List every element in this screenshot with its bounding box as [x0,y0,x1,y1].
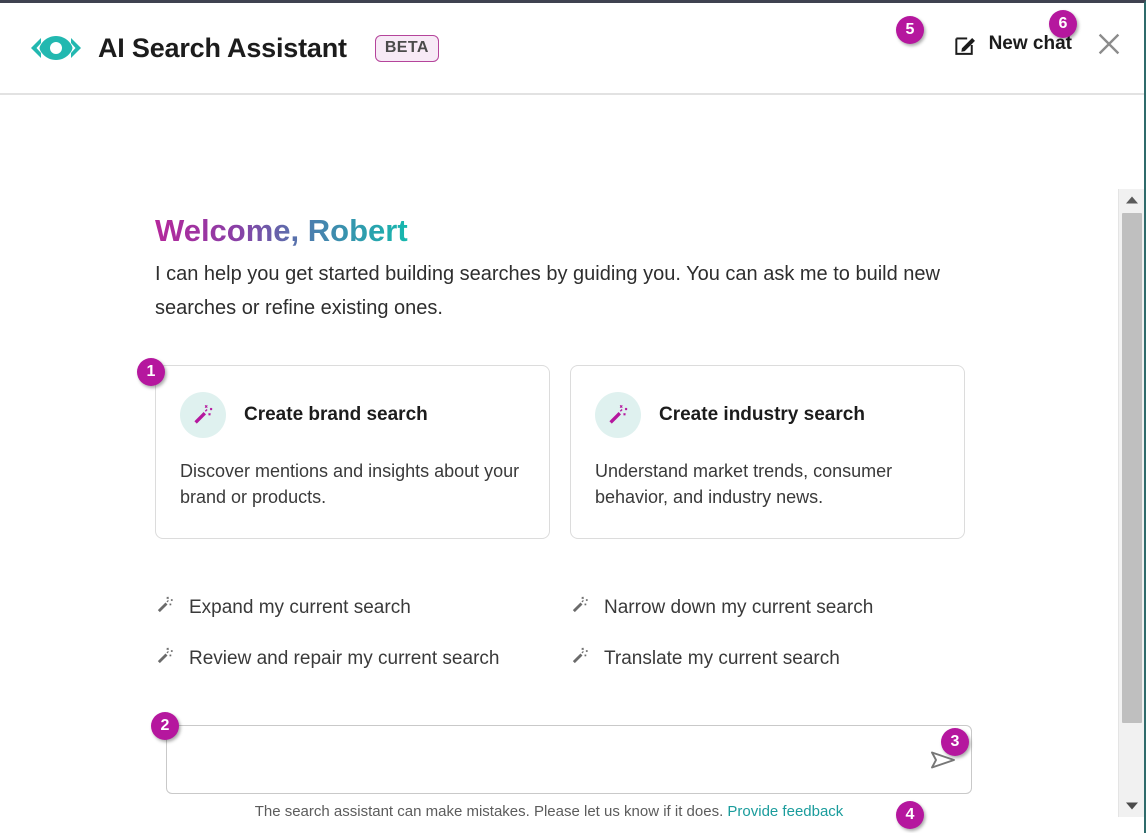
scroll-up-button[interactable] [1119,189,1144,211]
suggestion-label: Expand my current search [189,596,411,618]
ai-search-assistant-window: AI Search Assistant BETA New chat Welcom… [0,0,1146,833]
intro-text: I can help you get started building sear… [155,263,940,319]
magic-wand-icon [155,646,175,671]
caret-up-icon [1126,196,1138,204]
magic-wand-icon [180,392,226,439]
suggestion-expand-search[interactable]: Expand my current search [155,595,411,620]
card-description: Discover mentions and insights about you… [180,461,520,507]
page-title: AI Search Assistant [98,32,347,63]
close-icon[interactable] [1094,29,1124,59]
suggestion-narrow-search[interactable]: Narrow down my current search [570,595,873,620]
vertical-scrollbar[interactable] [1118,189,1144,817]
card-header: Create industry search [595,392,940,439]
composer-area: The search assistant can make mistakes. … [166,725,972,820]
create-industry-search-card[interactable]: Create industry search Understand market… [570,365,965,540]
composer-disclaimer: The search assistant can make mistakes. … [166,803,972,820]
scroll-down-button[interactable] [1119,795,1144,817]
magic-wand-icon [155,595,175,620]
scrollbar-thumb[interactable] [1122,213,1142,723]
send-button[interactable] [929,748,957,772]
provide-feedback-link[interactable]: Provide feedback [727,803,843,820]
suggestion-label: Translate my current search [604,647,840,669]
suggestion-list: Expand my current search Narrow down my … [155,595,965,671]
eye-code-logo-icon [31,36,81,60]
create-brand-search-card[interactable]: Create brand search Discover mentions an… [155,365,550,540]
welcome-panel: Welcome, Robert I can help you get start… [0,95,1112,671]
chat-input[interactable] [167,726,971,793]
magic-wand-icon [595,392,641,439]
magic-wand-icon [570,595,590,620]
suggestion-label: Review and repair my current search [189,647,500,669]
suggestion-label: Narrow down my current search [604,596,874,618]
caret-down-icon [1126,802,1138,810]
action-cards: Create brand search Discover mentions an… [155,365,965,540]
new-chat-button[interactable]: New chat [953,32,1072,57]
composer-box [166,725,972,794]
card-title: Create brand search [244,404,428,426]
magic-wand-icon [570,646,590,671]
card-header: Create brand search [180,392,525,439]
disclaimer-text: The search assistant can make mistakes. … [254,803,724,820]
card-title: Create industry search [659,404,865,426]
new-chat-label: New chat [988,33,1072,54]
beta-badge: BETA [374,34,439,62]
suggestion-review-repair-search[interactable]: Review and repair my current search [155,646,499,671]
chat-body: Welcome, Robert I can help you get start… [0,95,1144,833]
send-arrow-icon [931,751,955,769]
edit-square-icon [954,36,975,55]
brand-group: AI Search Assistant BETA [28,31,439,65]
app-header: AI Search Assistant BETA New chat [0,3,1144,95]
header-actions: New chat [953,29,1124,59]
suggestion-translate-search[interactable]: Translate my current search [570,646,840,671]
card-description: Understand market trends, consumer behav… [595,461,893,507]
welcome-heading: Welcome, Robert [155,213,408,248]
